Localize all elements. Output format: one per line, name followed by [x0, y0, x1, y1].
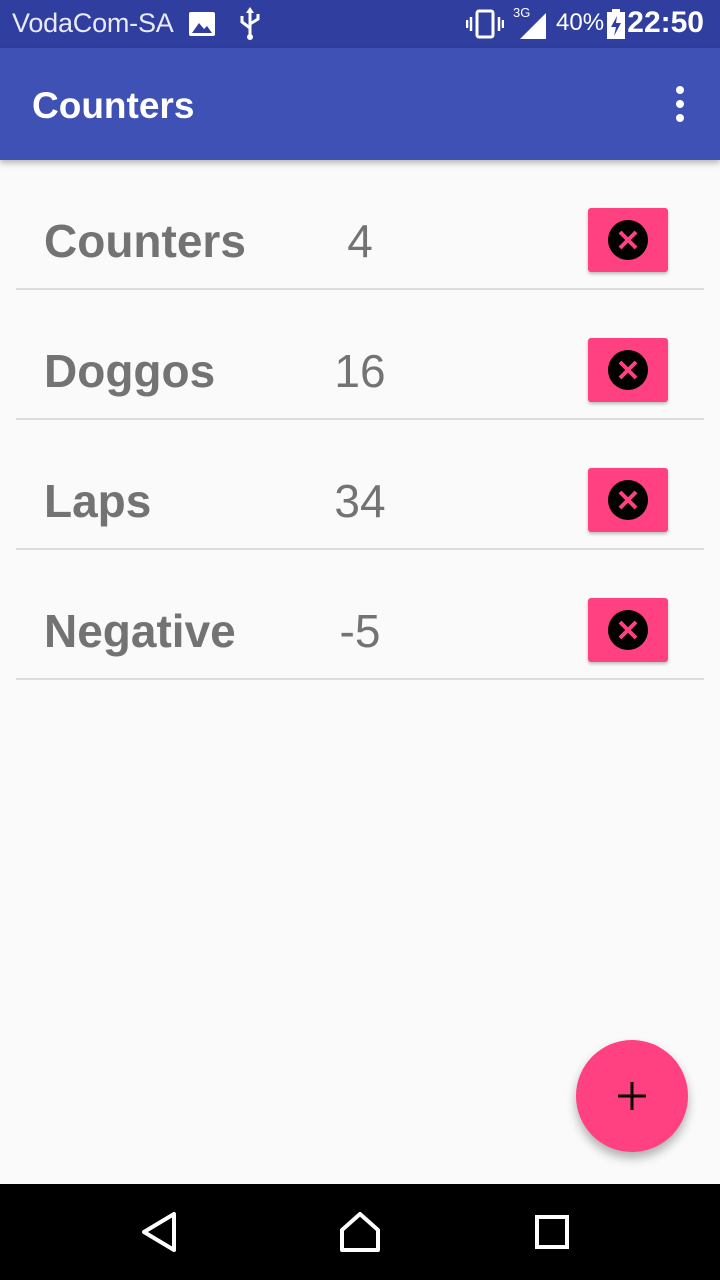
- battery-percent: 40%: [556, 9, 605, 36]
- counter-value: 34: [334, 475, 386, 527]
- counter-name: Negative: [44, 605, 236, 657]
- counter-value: 4: [347, 215, 373, 267]
- counter-row[interactable]: Counters 4: [0, 160, 720, 290]
- app-bar: Counters: [0, 48, 720, 160]
- page-title: Counters: [32, 85, 195, 126]
- add-counter-button[interactable]: [576, 1040, 688, 1152]
- cancel-icon: [608, 610, 648, 650]
- cancel-icon: [608, 220, 648, 260]
- cancel-icon: [608, 480, 648, 520]
- carrier-name: VodaCom-SA: [12, 8, 174, 38]
- back-icon[interactable]: [136, 1208, 184, 1256]
- counter-name: Laps: [44, 475, 152, 527]
- delete-counter-button[interactable]: [588, 338, 668, 402]
- vibrate-icon: [465, 6, 505, 47]
- counter-row[interactable]: Laps 34: [0, 420, 720, 550]
- counter-value: -5: [339, 605, 381, 657]
- image-icon: [188, 6, 216, 47]
- navigation-bar: [0, 1184, 720, 1280]
- counter-list: Counters 4 Doggos 16 Laps 34 Negative -5: [0, 160, 720, 680]
- delete-counter-button[interactable]: [588, 598, 668, 662]
- delete-counter-button[interactable]: [588, 468, 668, 532]
- cancel-icon: [608, 350, 648, 390]
- recents-icon[interactable]: [528, 1208, 576, 1256]
- clock: 22:50: [627, 6, 704, 39]
- battery-charging-icon: [606, 6, 626, 47]
- delete-counter-button[interactable]: [588, 208, 668, 272]
- counter-value: 16: [334, 345, 386, 397]
- home-icon[interactable]: [336, 1208, 384, 1256]
- counter-name: Doggos: [44, 345, 216, 397]
- counter-row[interactable]: Doggos 16: [0, 290, 720, 420]
- more-vert-icon[interactable]: [662, 84, 698, 124]
- divider: [16, 678, 704, 680]
- counter-row[interactable]: Negative -5: [0, 550, 720, 680]
- usb-icon: [236, 6, 264, 47]
- counter-name: Counters: [44, 215, 246, 267]
- status-bar: VodaCom-SA 3G 40% 22:50: [0, 0, 720, 48]
- signal-icon: [518, 6, 548, 47]
- plus-icon: [618, 1082, 646, 1110]
